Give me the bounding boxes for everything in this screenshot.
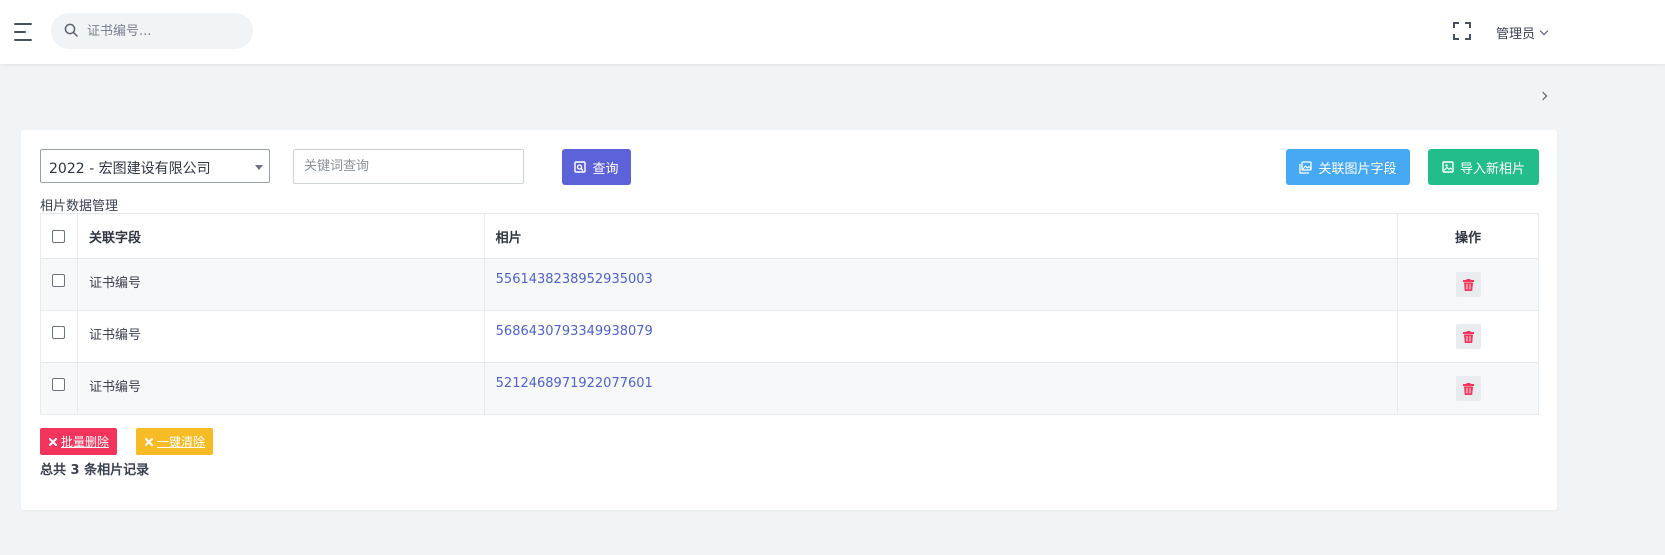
linked-field-cell: 证书编号 bbox=[76, 362, 485, 415]
photo-cell: 5561438238952935003 bbox=[483, 258, 1399, 311]
query-label: 查询 bbox=[592, 160, 619, 176]
photo-cell: 5212468971922077601 bbox=[483, 362, 1399, 415]
image-import-icon bbox=[1442, 161, 1454, 173]
actions-cell bbox=[1397, 310, 1539, 363]
trash-icon bbox=[1462, 330, 1474, 343]
delete-button[interactable] bbox=[1455, 272, 1481, 297]
header-linked-field: 关联字段 bbox=[76, 213, 485, 259]
user-menu[interactable]: 管理员 bbox=[1496, 22, 1549, 42]
search-box bbox=[51, 13, 253, 49]
table-row: 证书编号 5686430793349938079 bbox=[40, 310, 1539, 363]
search-file-icon bbox=[574, 161, 587, 173]
actions-cell bbox=[1397, 258, 1539, 311]
keyword-input[interactable] bbox=[293, 149, 524, 184]
header-actions: 操作 bbox=[1397, 213, 1539, 259]
row-select-cell bbox=[40, 310, 78, 363]
trash-icon bbox=[1462, 382, 1474, 395]
import-photos-button[interactable]: 导入新相片 bbox=[1428, 149, 1539, 185]
search-input[interactable] bbox=[87, 13, 247, 49]
total-records: 总共 3 条相片记录 bbox=[40, 463, 150, 478]
import-photos-label: 导入新相片 bbox=[1459, 160, 1525, 176]
link-image-fields-label: 关联图片字段 bbox=[1318, 160, 1397, 176]
table-row: 证书编号 5561438238952935003 bbox=[40, 258, 1539, 311]
caret-down-icon bbox=[255, 165, 263, 170]
header-select-cell bbox=[40, 213, 78, 259]
row-select-cell bbox=[40, 258, 78, 311]
year-company-select[interactable]: 2022 - 宏图建设有限公司 bbox=[40, 149, 270, 183]
year-company-value: 2022 - 宏图建设有限公司 bbox=[49, 161, 211, 177]
chevron-right-icon[interactable] bbox=[1536, 87, 1552, 105]
table-row: 证书编号 5212468971922077601 bbox=[40, 362, 1539, 415]
row-checkbox[interactable] bbox=[52, 378, 66, 391]
clear-all-button[interactable]: 一键清除 bbox=[136, 428, 213, 455]
close-icon bbox=[49, 437, 57, 446]
row-select-cell bbox=[40, 362, 78, 415]
photo-cell: 5686430793349938079 bbox=[483, 310, 1399, 363]
row-checkbox[interactable] bbox=[52, 274, 66, 287]
table-caption: 相片数据管理 bbox=[40, 199, 119, 214]
close-icon bbox=[145, 437, 153, 446]
chevron-down-icon bbox=[1539, 26, 1549, 35]
user-name: 管理员 bbox=[1496, 26, 1536, 42]
batch-delete-label: 批量删除 bbox=[61, 435, 110, 449]
top-bar: 管理员 bbox=[0, 0, 1665, 64]
actions-cell bbox=[1397, 362, 1539, 415]
fullscreen-icon[interactable] bbox=[1452, 21, 1472, 41]
clear-all-label: 一键清除 bbox=[157, 435, 206, 449]
query-button[interactable]: 查询 bbox=[562, 149, 631, 185]
linked-field-cell: 证书编号 bbox=[76, 258, 485, 311]
images-icon bbox=[1299, 160, 1313, 174]
photo-management-card: 2022 - 宏图建设有限公司 查询 关联图片字段 导入新相片 相片数据管理 bbox=[21, 130, 1557, 510]
menu-icon[interactable] bbox=[14, 22, 36, 42]
photo-link[interactable]: 5561438238952935003 bbox=[496, 272, 653, 287]
photo-link[interactable]: 5686430793349938079 bbox=[496, 324, 653, 339]
photo-link[interactable]: 5212468971922077601 bbox=[496, 376, 653, 391]
row-checkbox[interactable] bbox=[52, 326, 66, 339]
delete-button[interactable] bbox=[1455, 376, 1481, 401]
table-header-row: 关联字段 相片 操作 bbox=[40, 213, 1539, 259]
header-photo: 相片 bbox=[483, 213, 1399, 259]
linked-field-cell: 证书编号 bbox=[76, 310, 485, 363]
photo-table: 关联字段 相片 操作 证书编号 5561438238952935003 证书编号… bbox=[40, 213, 1539, 415]
search-icon bbox=[64, 23, 78, 37]
link-image-fields-button[interactable]: 关联图片字段 bbox=[1286, 149, 1410, 185]
trash-icon bbox=[1462, 278, 1474, 291]
delete-button[interactable] bbox=[1455, 324, 1481, 349]
select-all-checkbox[interactable] bbox=[52, 229, 66, 243]
batch-delete-button[interactable]: 批量删除 bbox=[40, 428, 117, 455]
